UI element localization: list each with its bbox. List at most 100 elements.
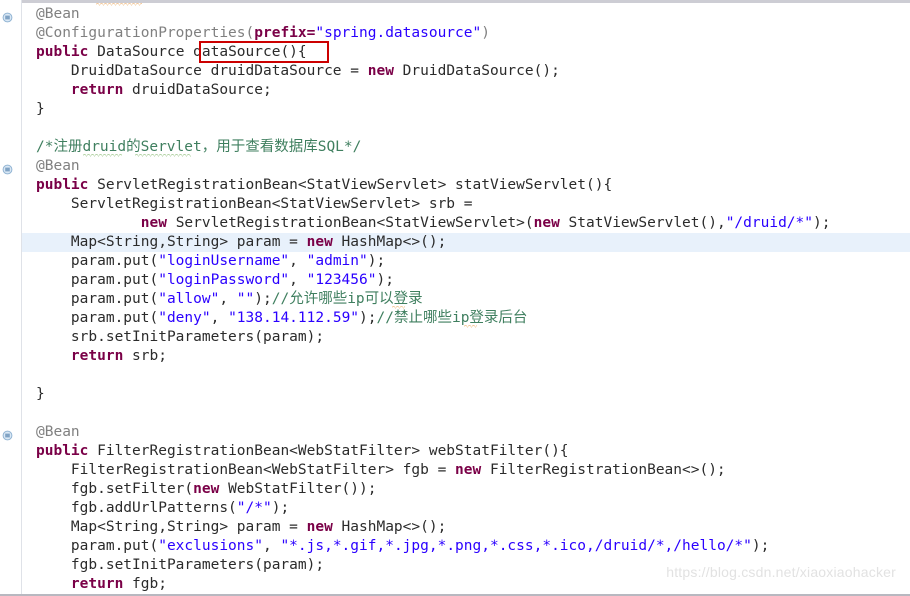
code-token-plain: druidDataSource; <box>123 82 272 98</box>
code-line-text: ServletRegistrationBean<StatViewServlet>… <box>36 195 473 214</box>
code-line[interactable]: return srb; <box>0 347 910 366</box>
code-token-str: "exclusions" <box>158 538 263 554</box>
code-token-ann: @Bean <box>36 424 80 440</box>
code-line[interactable]: param.put("loginPassword", "123456"); <box>0 271 910 290</box>
code-token-plain: param.put( <box>36 291 159 307</box>
code-line[interactable]: FilterRegistrationBean<WebStatFilter> fg… <box>0 461 910 480</box>
spellcheck-squiggle-servlet <box>135 153 191 157</box>
code-line-text: return srb; <box>36 347 167 366</box>
code-line[interactable]: } <box>0 100 910 119</box>
code-token-str: "admin" <box>306 253 368 269</box>
code-token-kw2: return <box>70 348 124 364</box>
code-token-kw2: return <box>70 82 124 98</box>
code-line[interactable] <box>0 119 910 138</box>
code-token-plain: FilterRegistrationBean<>(); <box>481 462 726 478</box>
code-line-text: public ServletRegistrationBean<StatViewS… <box>36 176 612 195</box>
code-line-text: return fgb; <box>36 575 167 594</box>
code-line-text: DruidDataSource druidDataSource = new Dr… <box>36 62 560 81</box>
code-token-plain: } <box>36 386 45 402</box>
code-line[interactable]: param.put("exclusions", "*.js,*.gif,*.jp… <box>0 537 910 556</box>
code-line-text: @Bean <box>36 157 80 176</box>
code-line[interactable]: } <box>0 385 910 404</box>
code-token-str: "123456" <box>306 272 377 288</box>
code-line[interactable]: Map<String,String> param = new HashMap<>… <box>0 233 910 252</box>
code-token-plain: srb; <box>123 348 167 364</box>
code-text-area[interactable]: @Bean @ConfigurationProperties(prefix="sp… <box>0 0 910 594</box>
code-line[interactable]: param.put("deny", "138.14.112.59");//禁止哪… <box>0 309 910 328</box>
code-token-kw2: new <box>306 519 333 535</box>
code-token-cmt: //禁止哪些ip登录后台 <box>376 310 528 326</box>
code-token-str: "/druid/*" <box>725 215 814 231</box>
code-token-plain: DataSource dataSource(){ <box>88 44 307 60</box>
code-token-plain: ); <box>254 291 272 307</box>
code-token-plain: param.put( <box>36 272 159 288</box>
code-line-text: param.put("loginUsername", "admin"); <box>36 252 385 271</box>
code-token-ann: @Bean <box>36 6 80 22</box>
code-line[interactable]: new ServletRegistrationBean<StatViewServ… <box>0 214 910 233</box>
code-token-plain: Map<String,String> param = <box>36 234 307 250</box>
code-line[interactable]: @Bean <box>0 5 910 24</box>
code-token-plain: , <box>262 538 281 554</box>
code-line-text: } <box>36 385 45 404</box>
code-token-plain: } <box>36 101 45 117</box>
code-line-text: public FilterRegistrationBean<WebStatFil… <box>36 442 569 461</box>
code-line-text: FilterRegistrationBean<WebStatFilter> fg… <box>36 461 726 480</box>
code-line[interactable]: Map<String,String> param = new HashMap<>… <box>0 518 910 537</box>
code-line[interactable] <box>0 366 910 385</box>
code-line[interactable]: ServletRegistrationBean<StatViewServlet>… <box>0 195 910 214</box>
code-line[interactable]: public ServletRegistrationBean<StatViewS… <box>0 176 910 195</box>
code-token-plain: ); <box>376 272 394 288</box>
code-token-plain: fgb.setInitParameters(param); <box>36 557 325 573</box>
code-token-plain: FilterRegistrationBean<WebStatFilter> we… <box>88 443 569 459</box>
code-token-plain: DruidDataSource druidDataSource = <box>36 63 368 79</box>
code-line[interactable]: public FilterRegistrationBean<WebStatFil… <box>0 442 910 461</box>
code-token-kw2: new <box>140 215 167 231</box>
code-token-plain: HashMap<>(); <box>332 234 447 250</box>
code-token-str: "" <box>236 291 255 307</box>
code-token-plain: Map<String,String> param = <box>36 519 307 535</box>
code-token-plain: param.put( <box>36 253 159 269</box>
code-line[interactable]: srb.setInitParameters(param); <box>0 328 910 347</box>
code-token-plain: fgb.addUrlPatterns( <box>36 500 237 516</box>
code-token-plain: param.put( <box>36 538 159 554</box>
code-line[interactable]: @ConfigurationProperties(prefix="spring.… <box>0 24 910 43</box>
code-token-plain: WebStatFilter()); <box>219 481 377 497</box>
code-line[interactable]: @Bean <box>0 157 910 176</box>
code-line[interactable] <box>0 404 910 423</box>
code-token-plain: FilterRegistrationBean<WebStatFilter> fg… <box>36 462 456 478</box>
code-token-kw2: new <box>533 215 560 231</box>
code-token-ann: @Bean <box>36 158 80 174</box>
code-token-plain: ServletRegistrationBean<StatViewServlet>… <box>36 196 473 212</box>
code-token-plain: ); <box>751 538 770 554</box>
code-token-plain: ServletRegistrationBean<StatViewServlet>… <box>166 215 534 231</box>
code-token-str: "/*" <box>236 500 272 516</box>
code-line[interactable]: @Bean <box>0 423 910 442</box>
code-line-text: param.put("exclusions", "*.js,*.gif,*.jp… <box>36 537 769 556</box>
code-token-plain: HashMap<>(); <box>332 519 447 535</box>
code-line[interactable]: param.put("allow", "");//允许哪些ip可以登录 <box>0 290 910 309</box>
code-token-plain: param.put( <box>36 310 159 326</box>
code-line-text: fgb.setFilter(new WebStatFilter()); <box>36 480 377 499</box>
code-token-plain: ServletRegistrationBean<StatViewServlet>… <box>88 177 613 193</box>
code-line-text: new ServletRegistrationBean<StatViewServ… <box>36 214 831 233</box>
code-token-kw2: new <box>367 63 394 79</box>
code-token-str: "loginPassword" <box>158 272 290 288</box>
code-line[interactable]: DruidDataSource druidDataSource = new Dr… <box>0 62 910 81</box>
code-token-kw2: public <box>36 44 89 60</box>
code-token-kw2: prefix= <box>254 25 316 41</box>
code-editor-viewport[interactable]: @Bean @ConfigurationProperties(prefix="sp… <box>0 0 910 596</box>
code-token-plain: , <box>289 253 307 269</box>
spellcheck-squiggle-ip-allow <box>392 305 405 309</box>
code-token-plain: , <box>219 291 237 307</box>
code-line[interactable]: return druidDataSource; <box>0 81 910 100</box>
code-line[interactable]: fgb.setFilter(new WebStatFilter()); <box>0 480 910 499</box>
code-line[interactable]: param.put("loginUsername", "admin"); <box>0 252 910 271</box>
code-line[interactable]: public DataSource dataSource(){ <box>0 43 910 62</box>
code-line-text: public DataSource dataSource(){ <box>36 43 307 62</box>
code-token-plain: , <box>210 310 229 326</box>
code-token-str: "loginUsername" <box>158 253 290 269</box>
code-line[interactable]: fgb.addUrlPatterns("/*"); <box>0 499 910 518</box>
